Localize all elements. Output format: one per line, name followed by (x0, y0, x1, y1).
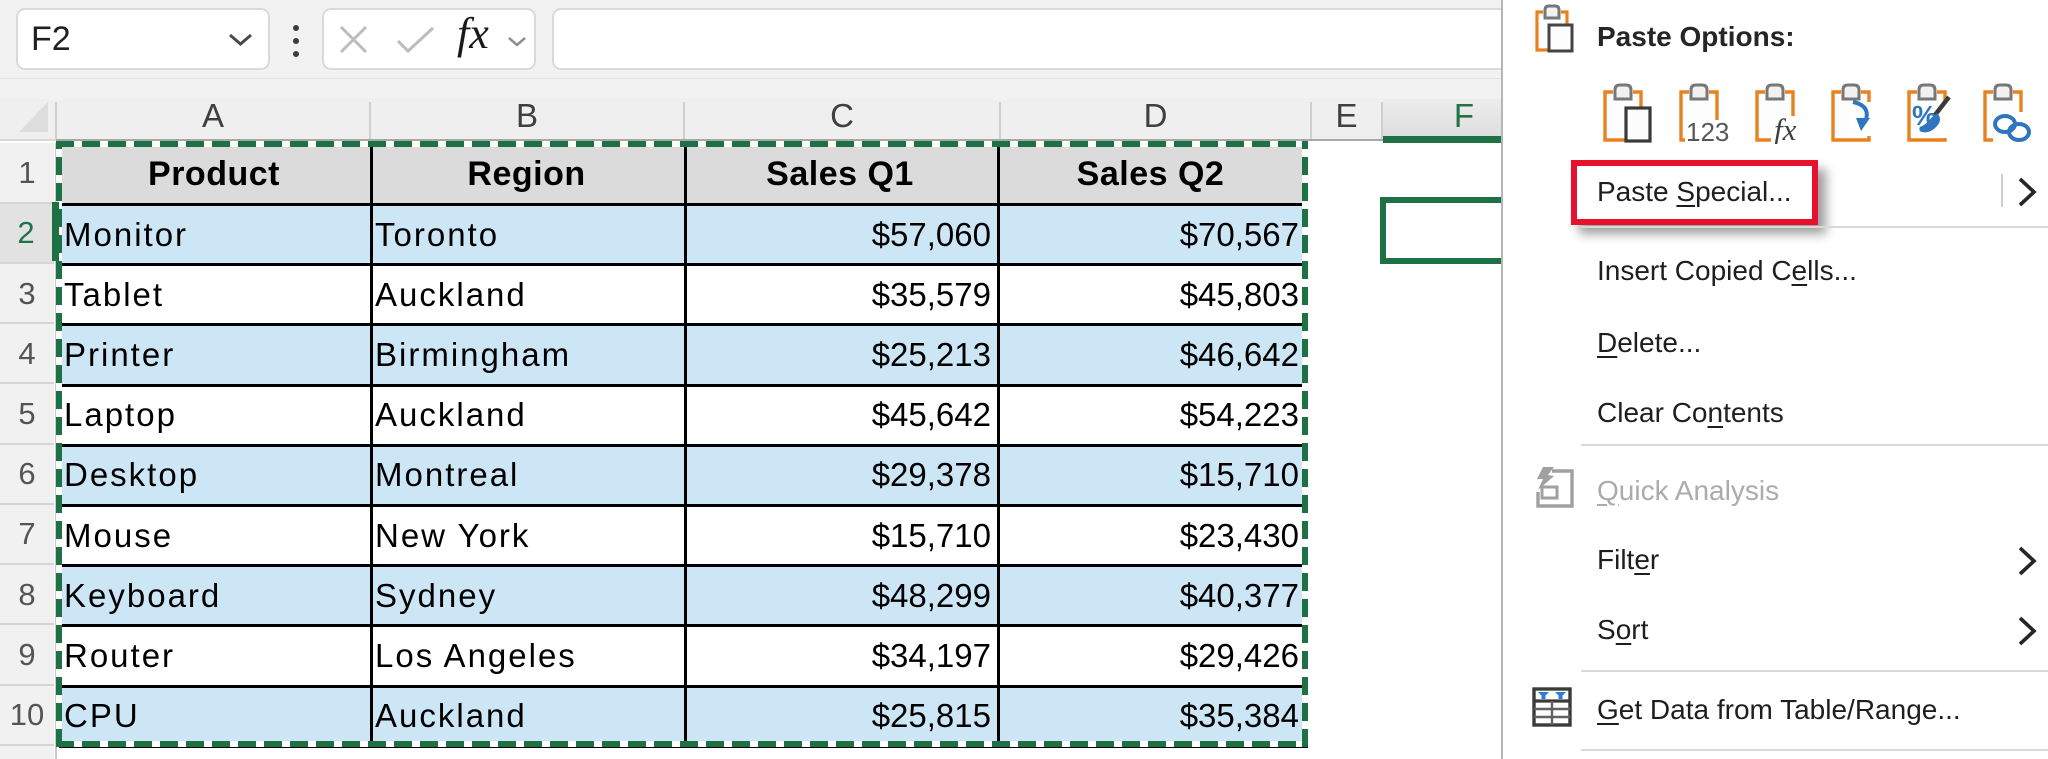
svg-text:123: 123 (1686, 117, 1729, 144)
svg-text:fx: fx (1774, 112, 1797, 144)
